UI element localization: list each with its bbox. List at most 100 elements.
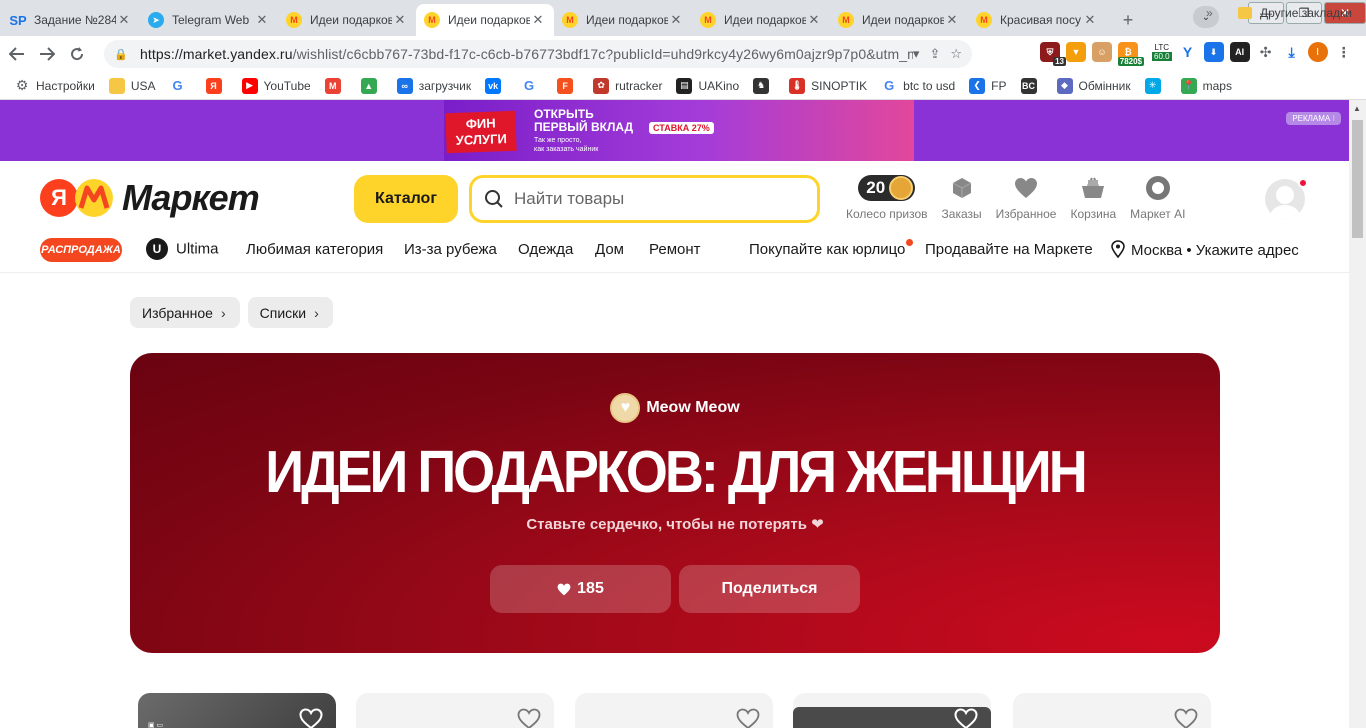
- address-bar[interactable]: 🔒 https://market.yandex.ru/wishlist/c6cb…: [104, 40, 972, 68]
- back-button[interactable]: [4, 41, 30, 67]
- bookmark-yandex[interactable]: Я: [205, 77, 228, 94]
- browser-tab[interactable]: M Идеи подарков ✕: [554, 4, 692, 36]
- ltc-extension[interactable]: LTC 60.0: [1152, 43, 1172, 61]
- bookmark-drive[interactable]: ▲: [360, 77, 383, 94]
- bookmark-bc[interactable]: BC: [1020, 77, 1043, 94]
- bookmarks-overflow-button[interactable]: »: [1206, 6, 1213, 20]
- bookmark-vk[interactable]: vk: [485, 77, 507, 94]
- nav-from-abroad[interactable]: Из-за рубежа: [404, 241, 497, 258]
- bookmark-gear[interactable]: ⚙ Настройки: [14, 77, 95, 94]
- bookmark-fp[interactable]: ❮ FP: [969, 77, 1007, 94]
- close-tab-icon[interactable]: ✕: [668, 12, 684, 28]
- bookmark-star[interactable]: ✳: [1144, 77, 1167, 94]
- product-card[interactable]: [356, 693, 554, 728]
- nav-home[interactable]: Дом: [595, 241, 624, 258]
- search-box[interactable]: [469, 175, 820, 223]
- sale-badge[interactable]: РАСПРОДАЖА: [40, 238, 122, 262]
- bookmark-star-icon[interactable]: ☆: [950, 46, 962, 62]
- ultima-link[interactable]: U Ultima: [146, 238, 219, 260]
- bookmark-folder[interactable]: USA: [108, 77, 156, 94]
- brave-extension-icon[interactable]: ▼: [1066, 42, 1086, 62]
- share-icon[interactable]: ⇪: [929, 46, 940, 62]
- new-tab-button[interactable]: +: [1114, 6, 1142, 34]
- ad-label[interactable]: РЕКЛАМА ⁝: [1286, 112, 1341, 125]
- browser-tab[interactable]: M Идеи подарков ✕: [278, 4, 416, 36]
- catalog-button[interactable]: Каталог: [354, 175, 458, 223]
- nav-repair[interactable]: Ремонт: [649, 241, 701, 258]
- bookmark-f[interactable]: F: [557, 77, 579, 94]
- list-author[interactable]: ♥ Meow Meow: [130, 393, 1220, 423]
- bookmark-rutracker[interactable]: ✿ rutracker: [593, 77, 662, 94]
- close-tab-icon[interactable]: ✕: [806, 12, 822, 28]
- product-card[interactable]: [793, 693, 991, 728]
- breadcrumb-favorites[interactable]: Избранное ›: [130, 297, 240, 328]
- reload-button[interactable]: [64, 41, 90, 67]
- orders-button[interactable]: Заказы: [942, 173, 982, 221]
- ad-creative[interactable]: ФИН УСЛУГИ ОТКРЫТЬ ПЕРВЫЙ ВКЛАД СТАВКА 27%…: [444, 100, 914, 161]
- page-scrollbar[interactable]: ▲: [1349, 100, 1366, 728]
- prize-wheel-button[interactable]: 20 Колесо призов: [846, 173, 928, 221]
- downloads-icon[interactable]: ⤓: [1281, 42, 1302, 62]
- favorite-heart-icon[interactable]: [735, 708, 761, 728]
- close-tab-icon[interactable]: ✕: [530, 12, 546, 28]
- bookmark-youtube[interactable]: ▶ YouTube: [241, 77, 311, 94]
- favorite-heart-icon[interactable]: [516, 708, 542, 728]
- breadcrumb-lists[interactable]: Списки ›: [247, 297, 333, 328]
- market-ai-button[interactable]: Маркет AI: [1130, 173, 1185, 221]
- close-tab-icon[interactable]: ✕: [944, 12, 960, 28]
- bookmark-translate[interactable]: G: [521, 78, 543, 94]
- favorite-heart-icon[interactable]: [1173, 708, 1199, 728]
- browser-tab[interactable]: M Идеи подарков ✕: [416, 4, 554, 36]
- other-bookmarks[interactable]: Другие закладки: [1238, 6, 1352, 20]
- bookmark-google[interactable]: G: [170, 78, 192, 94]
- browser-tab[interactable]: SP Задание №284 ✕: [2, 4, 140, 36]
- v-extension-icon[interactable]: Y: [1177, 42, 1198, 62]
- cart-button[interactable]: Корзина: [1070, 173, 1116, 221]
- close-tab-icon[interactable]: ✕: [1082, 12, 1098, 28]
- close-tab-icon[interactable]: ✕: [116, 12, 132, 28]
- bookmark-gmail[interactable]: M: [324, 77, 347, 94]
- close-tab-icon[interactable]: ✕: [254, 12, 270, 28]
- menu-kebab-icon[interactable]: ⋮: [1333, 42, 1354, 62]
- market-logo[interactable]: Я Маркет: [40, 177, 260, 219]
- face-extension-icon[interactable]: ☺: [1092, 42, 1112, 62]
- sell-on-market-link[interactable]: Продавайте на Маркете: [925, 241, 1093, 258]
- browser-tab[interactable]: M Идеи подарков ✕: [692, 4, 830, 36]
- scroll-up-arrow-icon[interactable]: ▲: [1353, 104, 1361, 113]
- ai-extension-icon[interactable]: AI: [1229, 42, 1250, 62]
- favorite-heart-icon[interactable]: [298, 708, 324, 728]
- business-link[interactable]: Покупайте как юрлицо: [749, 239, 914, 258]
- bookmark-google[interactable]: Gbtc to usd: [881, 78, 955, 94]
- bookmark-uakino[interactable]: ▤ UAKino: [676, 77, 739, 94]
- favorite-heart-icon[interactable]: [953, 708, 979, 728]
- search-input[interactable]: [514, 189, 817, 209]
- scrollbar-thumb[interactable]: [1352, 120, 1363, 238]
- browser-tab[interactable]: ➤ Telegram Web ✕: [140, 4, 278, 36]
- profile-avatar[interactable]: I: [1307, 42, 1328, 62]
- product-card[interactable]: [575, 693, 773, 728]
- browser-tab[interactable]: M Красивая посу ✕: [968, 4, 1106, 36]
- nav-clothing[interactable]: Одежда: [518, 241, 573, 258]
- forward-button[interactable]: [34, 41, 60, 67]
- bookmark-maps[interactable]: 📍 maps: [1180, 77, 1232, 94]
- ad-banner[interactable]: ФИН УСЛУГИ ОТКРЫТЬ ПЕРВЫЙ ВКЛАД СТАВКА 27%…: [0, 100, 1349, 161]
- bookmark-exchange[interactable]: ◆ Обмінник: [1056, 77, 1131, 94]
- bookmark-loop[interactable]: ∞ загрузчик: [396, 77, 471, 94]
- dropdown-icon[interactable]: ▾: [913, 46, 920, 62]
- browser-tab[interactable]: M Идеи подарков ✕: [830, 4, 968, 36]
- share-button[interactable]: Поделиться: [679, 565, 860, 613]
- bookmark-thermometer[interactable]: 🌡 SINOPTIK: [789, 77, 867, 94]
- favorites-button[interactable]: Избранное: [996, 173, 1056, 221]
- puzzle-icon[interactable]: ✣: [1255, 42, 1276, 62]
- product-card[interactable]: ▣ ▭: [138, 693, 336, 728]
- bitcoin-extension-icon[interactable]: ₿ 7820$: [1117, 42, 1144, 66]
- url-text[interactable]: https://market.yandex.ru/wishlist/c6cbb7…: [140, 46, 913, 62]
- product-card[interactable]: [1013, 693, 1211, 728]
- download-extension-icon[interactable]: ⬇: [1203, 42, 1224, 62]
- shield-extension-icon[interactable]: ⛨ 13: [1040, 42, 1066, 66]
- like-list-button[interactable]: 185: [490, 565, 671, 613]
- bookmark-chess[interactable]: ♞: [753, 77, 775, 94]
- nav-favorite-category[interactable]: Любимая категория: [246, 241, 383, 258]
- close-tab-icon[interactable]: ✕: [392, 12, 408, 28]
- location-button[interactable]: Москва • Укажите адрес: [1111, 240, 1299, 259]
